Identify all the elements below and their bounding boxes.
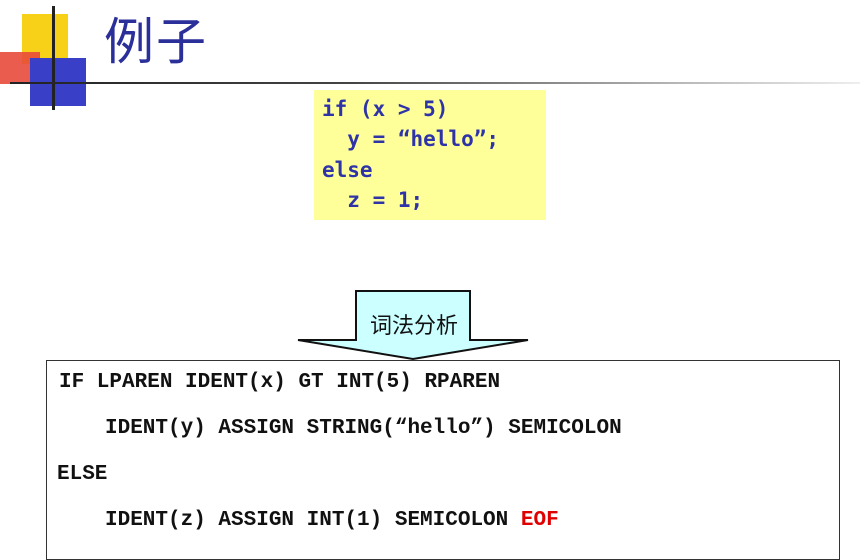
slide-title: 例子 [104, 13, 208, 71]
token-line-1: IF LPAREN IDENT(x) GT INT(5) RPAREN [59, 371, 501, 394]
code-line-4: z = 1; [322, 188, 424, 212]
decor-vertical-line [52, 6, 55, 110]
token-line-2: IDENT(y) ASSIGN STRING(“hello”) SEMICOLO… [105, 417, 622, 440]
token-line-4-text: IDENT(z) ASSIGN INT(1) SEMICOLON [105, 509, 521, 532]
token-output-box: IF LPAREN IDENT(x) GT INT(5) RPAREN IDEN… [46, 360, 840, 560]
arrow-label: 词法分析 [369, 314, 458, 339]
token-line-3: ELSE [57, 463, 108, 486]
source-code-box: if (x > 5) y = “hello”; else z = 1; [314, 90, 546, 220]
token-line-4: IDENT(z) ASSIGN INT(1) SEMICOLON EOF [105, 509, 559, 532]
code-line-1: if (x > 5) [322, 97, 449, 121]
eof-token: EOF [520, 509, 559, 532]
code-line-2: y = “hello”; [322, 127, 500, 151]
code-line-3: else [322, 158, 373, 182]
title-underline [10, 82, 860, 84]
